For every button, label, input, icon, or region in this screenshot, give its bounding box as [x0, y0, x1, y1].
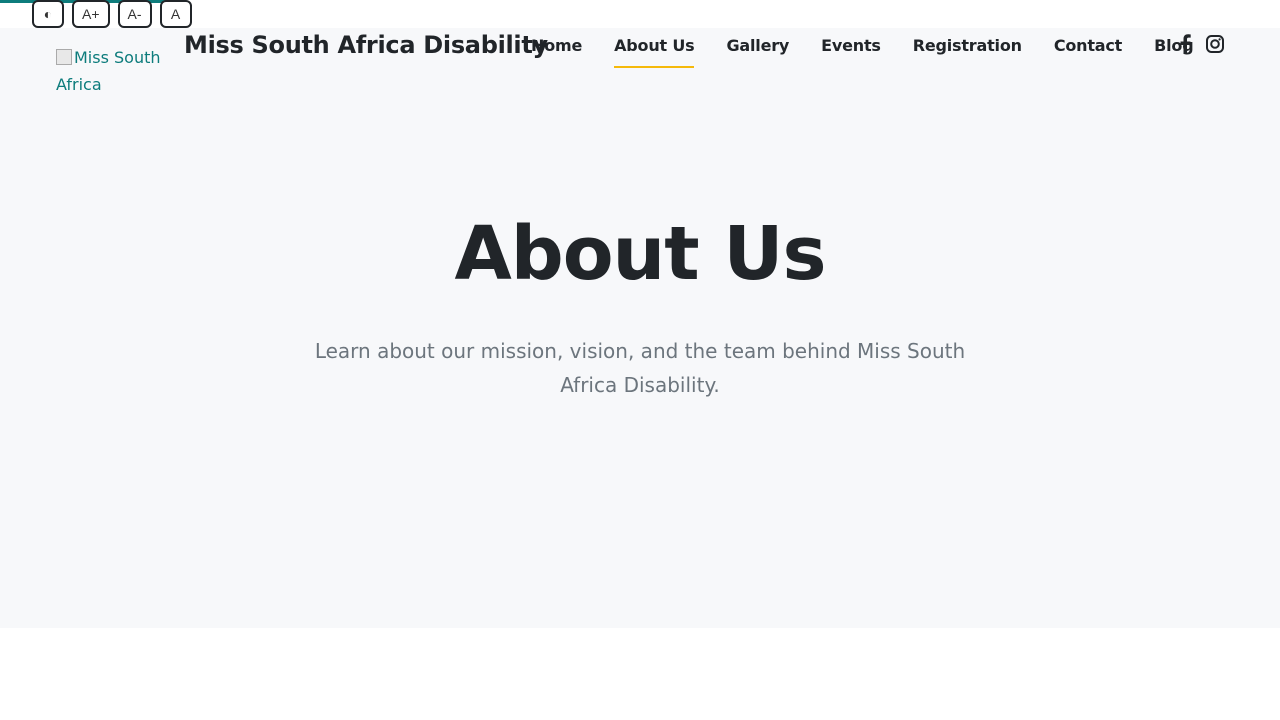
- accessibility-toolbar: ◐ A+ A- A: [32, 0, 192, 28]
- instagram-icon[interactable]: [1206, 34, 1224, 54]
- nav-item-home[interactable]: Home: [531, 36, 582, 67]
- increase-font-button[interactable]: A+: [72, 0, 110, 28]
- page-title: About Us: [454, 211, 826, 297]
- site-title[interactable]: Miss South Africa Disability: [184, 31, 548, 59]
- hero-header: Miss South Africa Miss South Africa Disa…: [0, 28, 1280, 628]
- nav-item-gallery[interactable]: Gallery: [726, 36, 789, 67]
- social-links: [1176, 34, 1224, 54]
- facebook-icon[interactable]: [1176, 34, 1194, 54]
- page-subtitle: Learn about our mission, vision, and the…: [314, 339, 966, 397]
- site-logo-link[interactable]: Miss South Africa: [56, 44, 166, 98]
- reset-font-button[interactable]: A: [159, 0, 192, 28]
- nav-item-events[interactable]: Events: [821, 36, 881, 67]
- nav-item-registration[interactable]: Registration: [913, 36, 1022, 67]
- hero-section: About Us Learn about our mission, vision…: [0, 208, 1280, 402]
- main-nav: Home About Us Gallery Events Registratio…: [531, 36, 1205, 68]
- decrease-font-button[interactable]: A-: [117, 0, 152, 28]
- nav-item-contact[interactable]: Contact: [1054, 36, 1123, 67]
- contrast-toggle-button[interactable]: ◐: [32, 0, 64, 28]
- broken-image-icon: [56, 49, 72, 65]
- top-strip: [0, 0, 1280, 28]
- nav-item-about-us[interactable]: About Us: [614, 36, 695, 68]
